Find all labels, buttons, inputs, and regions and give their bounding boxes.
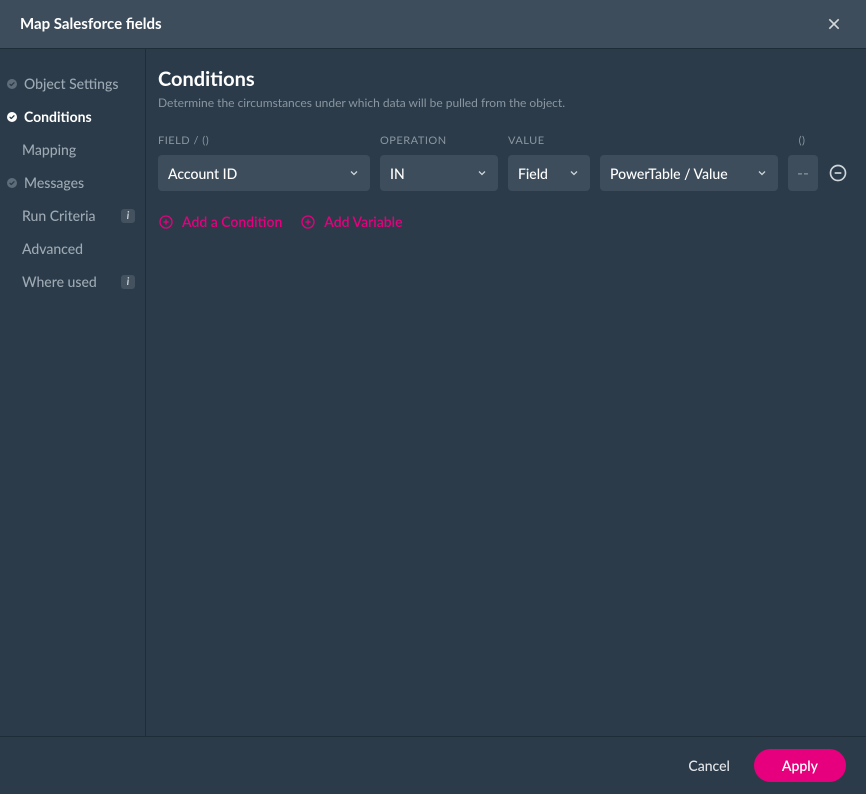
header-value: VALUE (508, 134, 772, 147)
value-type-select-value: Field (518, 165, 548, 182)
field-select[interactable]: Account ID (158, 155, 370, 191)
sidebar-item-advanced[interactable]: Advanced (0, 232, 145, 265)
sidebar-item-where-used[interactable]: Where used i (0, 265, 145, 298)
condition-row: Account ID IN Field PowerTable / Value -… (158, 155, 852, 191)
sidebar-item-mapping[interactable]: Mapping (0, 133, 145, 166)
close-icon (826, 16, 842, 32)
header-paren: () (782, 134, 822, 147)
add-variable-label: Add Variable (324, 213, 402, 230)
sidebar-item-label: Run Criteria (22, 207, 115, 224)
paren-button-label: -- (797, 164, 809, 183)
sidebar-item-label: Advanced (22, 240, 135, 257)
add-condition-button[interactable]: Add a Condition (158, 213, 282, 230)
plus-circle-icon (300, 214, 316, 230)
check-icon (6, 177, 18, 189)
sidebar-item-messages[interactable]: Messages (0, 166, 145, 199)
apply-button-label: Apply (782, 757, 818, 774)
value-select-value: PowerTable / Value (610, 165, 728, 182)
add-variable-button[interactable]: Add Variable (300, 213, 402, 230)
dialog: Map Salesforce fields Object Settings Co… (0, 0, 866, 794)
chevron-down-icon (476, 167, 488, 179)
info-badge-icon: i (121, 275, 135, 289)
plus-circle-icon (158, 214, 174, 230)
section-description: Determine the circumstances under which … (158, 95, 852, 110)
chevron-down-icon (568, 167, 580, 179)
header-operation: OPERATION (380, 134, 498, 147)
sidebar-item-label: Object Settings (24, 75, 135, 92)
field-select-value: Account ID (168, 165, 237, 182)
main-panel: Conditions Determine the circumstances u… (145, 49, 866, 736)
dialog-footer: Cancel Apply (0, 736, 866, 794)
close-button[interactable] (822, 12, 846, 36)
value-type-select[interactable]: Field (508, 155, 590, 191)
sidebar-item-object-settings[interactable]: Object Settings (0, 67, 145, 100)
column-headers: FIELD / () OPERATION VALUE () (158, 134, 852, 147)
cancel-button[interactable]: Cancel (682, 749, 736, 782)
paren-button[interactable]: -- (788, 155, 818, 191)
sidebar-item-label: Messages (24, 174, 135, 191)
sidebar-item-conditions[interactable]: Conditions (0, 100, 145, 133)
dialog-title: Map Salesforce fields (20, 15, 162, 33)
section-title: Conditions (158, 67, 852, 91)
chevron-down-icon (348, 167, 360, 179)
actions-row: Add a Condition Add Variable (158, 213, 852, 230)
content-wrapper: Object Settings Conditions Mapping Messa… (0, 49, 866, 736)
dialog-header: Map Salesforce fields (0, 0, 866, 49)
operation-select-value: IN (390, 165, 405, 182)
sidebar-item-label: Where used (22, 273, 115, 290)
remove-condition-button[interactable] (828, 163, 848, 183)
cancel-button-label: Cancel (688, 757, 730, 774)
minus-circle-icon (828, 163, 848, 183)
header-field: FIELD / () (158, 134, 370, 147)
sidebar: Object Settings Conditions Mapping Messa… (0, 49, 145, 736)
info-badge-icon: i (121, 209, 135, 223)
value-select[interactable]: PowerTable / Value (600, 155, 778, 191)
header-spacer (832, 134, 852, 147)
sidebar-item-run-criteria[interactable]: Run Criteria i (0, 199, 145, 232)
chevron-down-icon (756, 167, 768, 179)
add-condition-label: Add a Condition (182, 213, 282, 230)
sidebar-item-label: Conditions (24, 108, 135, 125)
sidebar-item-label: Mapping (22, 141, 135, 158)
check-icon (6, 111, 18, 123)
operation-select[interactable]: IN (380, 155, 498, 191)
check-icon (6, 78, 18, 90)
apply-button[interactable]: Apply (754, 749, 846, 782)
